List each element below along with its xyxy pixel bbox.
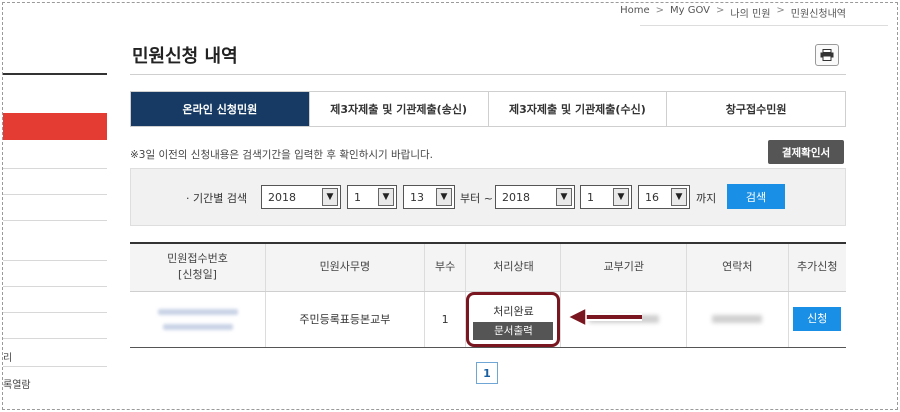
to-year-value: 2018 <box>502 190 530 204</box>
office-name-cell: 주민등록표등본교부 <box>265 291 425 348</box>
redacted-contact <box>712 314 763 323</box>
page-title: 민원신청 내역 <box>132 46 238 67</box>
table-row: 주민등록표등본교부 1 처리완료 문서출력 신청 <box>130 291 846 348</box>
breadcrumb: Home > My GOV > 나의 민원 > 민원신청내역 <box>620 5 846 20</box>
print-button[interactable] <box>815 44 839 66</box>
status-highlight-box: 처리완료 문서출력 <box>466 291 561 347</box>
col-status: 처리상태 <box>465 243 561 292</box>
chevron-down-icon: ▼ <box>556 188 572 206</box>
col-issuing-agency: 교부기관 <box>560 243 687 292</box>
pagination-page[interactable]: 1 <box>476 362 498 384</box>
from-month-value: 1 <box>354 190 361 204</box>
to-day-select[interactable]: 16 ▼ <box>638 185 690 209</box>
search-button[interactable]: 검색 <box>727 184 785 209</box>
breadcrumb-separator: > <box>655 5 665 16</box>
sidebar-item-fragment[interactable]: 리 <box>3 349 12 364</box>
status-text: 처리완료 <box>493 304 534 318</box>
contact-cell <box>685 291 789 348</box>
tab-counter-application[interactable]: 창구접수민원 <box>666 92 845 126</box>
col-additional-apply: 추가신청 <box>787 243 846 292</box>
breadcrumb-separator: > <box>776 5 785 16</box>
chevron-down-icon: ▼ <box>671 188 687 206</box>
tab-third-party-received[interactable]: 제3자제출 및 기관제출(수신) <box>487 92 667 126</box>
left-sidebar: 리 록열람 <box>3 0 107 410</box>
to-year-select[interactable]: 2018 ▼ <box>495 185 575 209</box>
print-document-button[interactable]: 문서출력 <box>473 321 554 340</box>
status-cell: 처리완료 문서출력 <box>465 291 561 348</box>
sidebar-divider <box>3 168 107 169</box>
from-suffix-text: 부터 ~ <box>460 192 493 205</box>
breadcrumb-mygov[interactable]: My GOV <box>670 5 710 20</box>
printer-icon <box>820 49 834 61</box>
copies-cell: 1 <box>423 291 466 348</box>
from-day-value: 13 <box>410 190 424 204</box>
sidebar-divider <box>3 312 107 313</box>
breadcrumb-home[interactable]: Home <box>620 5 650 20</box>
tab-online-application[interactable]: 온라인 신청민원 <box>131 92 309 126</box>
chevron-down-icon: ▼ <box>613 188 629 206</box>
apply-button[interactable]: 신청 <box>793 307 842 331</box>
receipt-number-cell <box>130 291 266 348</box>
col-contact: 연락처 <box>685 243 789 292</box>
col-application-date-label: [신청일] <box>178 268 217 282</box>
breadcrumb-separator: > <box>716 5 725 16</box>
tab-third-party-sent[interactable]: 제3자제출 및 기관제출(송신) <box>308 92 488 126</box>
sidebar-active-item[interactable] <box>3 113 107 140</box>
search-notice: ※3일 이전의 신청내용은 검색기간을 입력한 후 확인하시기 바랍니다. <box>130 149 433 161</box>
additional-apply-cell: 신청 <box>787 291 846 348</box>
annotation-arrow-icon <box>568 307 642 327</box>
sidebar-item-fragment[interactable]: 록열람 <box>3 376 31 391</box>
table-header-row: 민원접수번호 [신청일] 민원사무명 부수 처리상태 교부기관 연락처 추가신청 <box>130 243 846 292</box>
breadcrumb-current: 민원신청내역 <box>790 9 846 20</box>
sidebar-divider <box>3 338 107 339</box>
search-period-label: · 기간별 검색 <box>186 192 248 205</box>
col-receipt-number: 민원접수번호 [신청일] <box>130 243 266 292</box>
chevron-down-icon: ▼ <box>378 188 394 206</box>
to-month-select[interactable]: 1 ▼ <box>580 185 632 209</box>
col-office-name: 민원사무명 <box>265 243 425 292</box>
payment-confirmation-button[interactable]: 결제확인서 <box>768 140 844 164</box>
col-receipt-number-label: 민원접수번호 <box>167 252 228 266</box>
sidebar-divider <box>3 366 107 367</box>
redacted-application-date <box>162 324 233 330</box>
to-suffix-text: 까지 <box>696 192 717 205</box>
from-month-select[interactable]: 1 ▼ <box>347 185 397 209</box>
from-year-select[interactable]: 2018 ▼ <box>261 185 341 209</box>
chevron-down-icon: ▼ <box>436 188 452 206</box>
sidebar-divider <box>3 286 107 287</box>
title-rule <box>130 74 846 75</box>
to-day-value: 16 <box>645 190 659 204</box>
breadcrumb-my-civil[interactable]: 나의 민원 <box>730 5 770 20</box>
redacted-receipt-number <box>157 309 238 315</box>
sidebar-divider <box>3 220 107 221</box>
application-table: 민원접수번호 [신청일] 민원사무명 부수 처리상태 교부기관 연락처 추가신청… <box>130 242 846 348</box>
tab-bar: 온라인 신청민원 제3자제출 및 기관제출(송신) 제3자제출 및 기관제출(수… <box>130 91 846 127</box>
sidebar-top-rule <box>3 73 107 75</box>
sidebar-divider <box>3 260 107 261</box>
breadcrumb-underline <box>640 25 888 26</box>
from-year-value: 2018 <box>268 190 296 204</box>
from-day-select[interactable]: 13 ▼ <box>403 185 455 209</box>
col-copies: 부수 <box>423 243 466 292</box>
sidebar-divider <box>3 194 107 195</box>
chevron-down-icon: ▼ <box>322 188 338 206</box>
to-month-value: 1 <box>587 190 594 204</box>
